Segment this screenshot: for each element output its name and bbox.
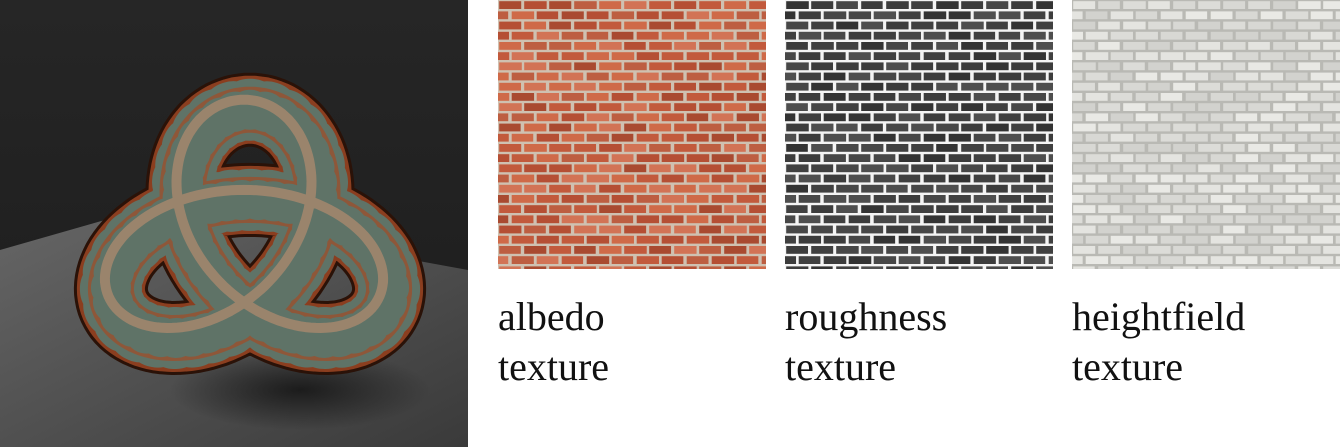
heightfield-texture-caption: heightfield texture (1072, 292, 1245, 392)
caption-word: heightfield (1072, 294, 1246, 339)
caption-suffix: texture (1072, 344, 1184, 389)
heightfield-texture-image (1072, 0, 1340, 269)
albedo-texture-caption: albedo texture (498, 292, 609, 392)
figure: albedo texture roughness texture heightf… (0, 0, 1341, 447)
caption-suffix: texture (785, 344, 897, 389)
caption-suffix: texture (498, 344, 610, 389)
knot-render-svg (0, 0, 468, 447)
roughness-texture-panel (785, 0, 1053, 269)
albedo-texture-panel (498, 0, 766, 269)
caption-word: albedo (498, 294, 605, 339)
rendered-knot-image (0, 0, 468, 447)
roughness-texture-image (785, 0, 1053, 269)
caption-word: roughness (785, 294, 948, 339)
albedo-texture-image (498, 0, 766, 269)
roughness-texture-caption: roughness texture (785, 292, 947, 392)
heightfield-texture-panel (1072, 0, 1340, 269)
